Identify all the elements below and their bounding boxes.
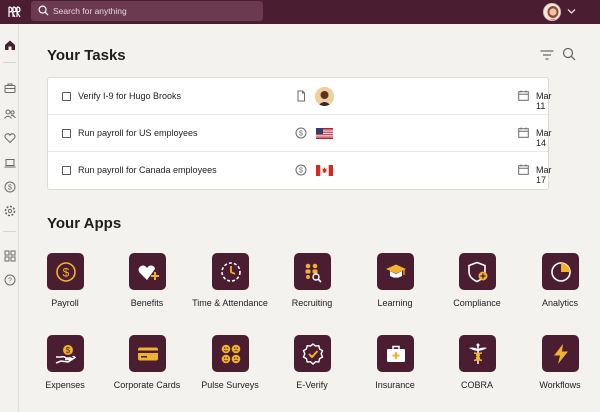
- avatar: [315, 87, 334, 106]
- app-label: Recruiting: [291, 298, 333, 308]
- tasks-title: Your Tasks: [47, 47, 126, 64]
- caduceus-icon: [459, 335, 496, 372]
- credit-card-icon: [129, 335, 166, 372]
- svg-text:$: $: [8, 184, 12, 191]
- app-corporate-cards[interactable]: Corporate Cards: [107, 335, 187, 403]
- hand-dollar-icon: $: [47, 335, 84, 372]
- task-checkbox[interactable]: [62, 129, 71, 138]
- app-label: Benefits: [130, 298, 164, 308]
- app-label: Analytics: [541, 298, 578, 308]
- app-workflows[interactable]: Workflows: [520, 335, 600, 403]
- svg-text:$: $: [299, 168, 303, 175]
- home-icon[interactable]: [3, 38, 16, 51]
- medical-bag-icon: [377, 335, 414, 372]
- task-row[interactable]: Verify I-9 for Hugo Brooks Mar 11: [48, 78, 552, 115]
- app-label: Learning: [377, 298, 413, 308]
- calendar-icon: [518, 164, 529, 175]
- app-expenses[interactable]: $ Expenses: [25, 335, 105, 403]
- gear-icon[interactable]: [3, 204, 16, 217]
- dollar-coin-icon: $: [47, 253, 84, 290]
- chevron-down-icon[interactable]: [567, 8, 576, 15]
- clock-icon: [212, 253, 249, 290]
- pie-chart-icon: [542, 253, 579, 290]
- calendar-icon: [518, 127, 529, 138]
- task-checkbox[interactable]: [62, 166, 71, 175]
- app-label: E-Verify: [296, 380, 328, 390]
- app-e-verify[interactable]: E-Verify: [272, 335, 352, 403]
- app-label: Workflows: [539, 380, 581, 390]
- task-checkbox[interactable]: [62, 92, 71, 101]
- laptop-icon[interactable]: [3, 156, 16, 169]
- app-label: Insurance: [375, 380, 415, 390]
- task-label: Run payroll for Canada employees: [78, 165, 217, 175]
- sidebar-divider: [3, 231, 16, 232]
- top-bar: [0, 0, 600, 24]
- us-flag-icon: [316, 128, 333, 139]
- user-avatar[interactable]: [543, 3, 561, 21]
- sidebar-divider: [3, 62, 16, 63]
- filter-icon[interactable]: [540, 50, 554, 60]
- app-time-attendance[interactable]: Time & Attendance: [190, 253, 270, 321]
- svg-text:$: $: [65, 346, 70, 355]
- app-recruiting[interactable]: Recruiting: [272, 253, 352, 321]
- app-compliance[interactable]: Compliance: [437, 253, 517, 321]
- app-label: COBRA: [460, 380, 493, 390]
- faces-icon: [212, 335, 249, 372]
- recruiting-icon: [294, 253, 331, 290]
- app-insurance[interactable]: Insurance: [355, 335, 435, 403]
- app-label: Time & Attendance: [192, 298, 268, 308]
- app-learning[interactable]: Learning: [355, 253, 435, 321]
- task-date: Mar 11: [536, 91, 552, 111]
- app-label: Expenses: [45, 380, 85, 390]
- task-date: Mar 17: [536, 165, 552, 185]
- app-label: Pulse Surveys: [201, 380, 259, 390]
- help-icon[interactable]: ?: [3, 273, 16, 286]
- search-icon[interactable]: [562, 47, 576, 61]
- search-icon: [38, 5, 49, 16]
- shield-check-icon: [459, 253, 496, 290]
- app-analytics[interactable]: Analytics: [520, 253, 600, 321]
- briefcase-icon[interactable]: [3, 81, 16, 94]
- dollar-icon[interactable]: $: [3, 180, 16, 193]
- task-row[interactable]: Run payroll for Canada employees $ Mar 1…: [48, 152, 552, 189]
- app-benefits[interactable]: Benefits: [107, 253, 187, 321]
- app-label: Payroll: [51, 298, 79, 308]
- dollar-circle-icon: $: [295, 127, 307, 139]
- app-label: Compliance: [453, 298, 501, 308]
- task-label: Verify I-9 for Hugo Brooks: [78, 91, 182, 101]
- canada-flag-icon: [316, 165, 333, 176]
- app-payroll[interactable]: $ Payroll: [25, 253, 105, 321]
- apps-title: Your Apps: [47, 215, 122, 232]
- calendar-icon: [518, 90, 529, 101]
- app-label: Corporate Cards: [113, 380, 181, 390]
- app-cobra[interactable]: COBRA: [437, 335, 517, 403]
- logo-icon[interactable]: [7, 4, 23, 20]
- dollar-circle-icon: $: [295, 164, 307, 176]
- task-row[interactable]: Run payroll for US employees $ Mar 14: [48, 115, 552, 152]
- people-icon[interactable]: [3, 107, 16, 120]
- svg-text:$: $: [299, 131, 303, 138]
- tasks-list: Verify I-9 for Hugo Brooks Mar 11 Run pa…: [47, 77, 552, 190]
- graduation-cap-icon: [377, 253, 414, 290]
- lightning-icon: [542, 335, 579, 372]
- svg-text:$: $: [62, 265, 69, 279]
- task-label: Run payroll for US employees: [78, 128, 198, 138]
- search-input[interactable]: [53, 3, 253, 19]
- svg-text:?: ?: [8, 277, 12, 284]
- task-date: Mar 14: [536, 128, 552, 148]
- app-pulse-surveys[interactable]: Pulse Surveys: [190, 335, 270, 403]
- heart-plus-icon: [129, 253, 166, 290]
- apps-icon[interactable]: [3, 249, 16, 262]
- document-icon: [297, 90, 305, 102]
- global-search[interactable]: [31, 1, 263, 21]
- heart-icon[interactable]: [3, 131, 16, 144]
- sidebar: $ ?: [0, 24, 19, 412]
- verify-badge-icon: [294, 335, 331, 372]
